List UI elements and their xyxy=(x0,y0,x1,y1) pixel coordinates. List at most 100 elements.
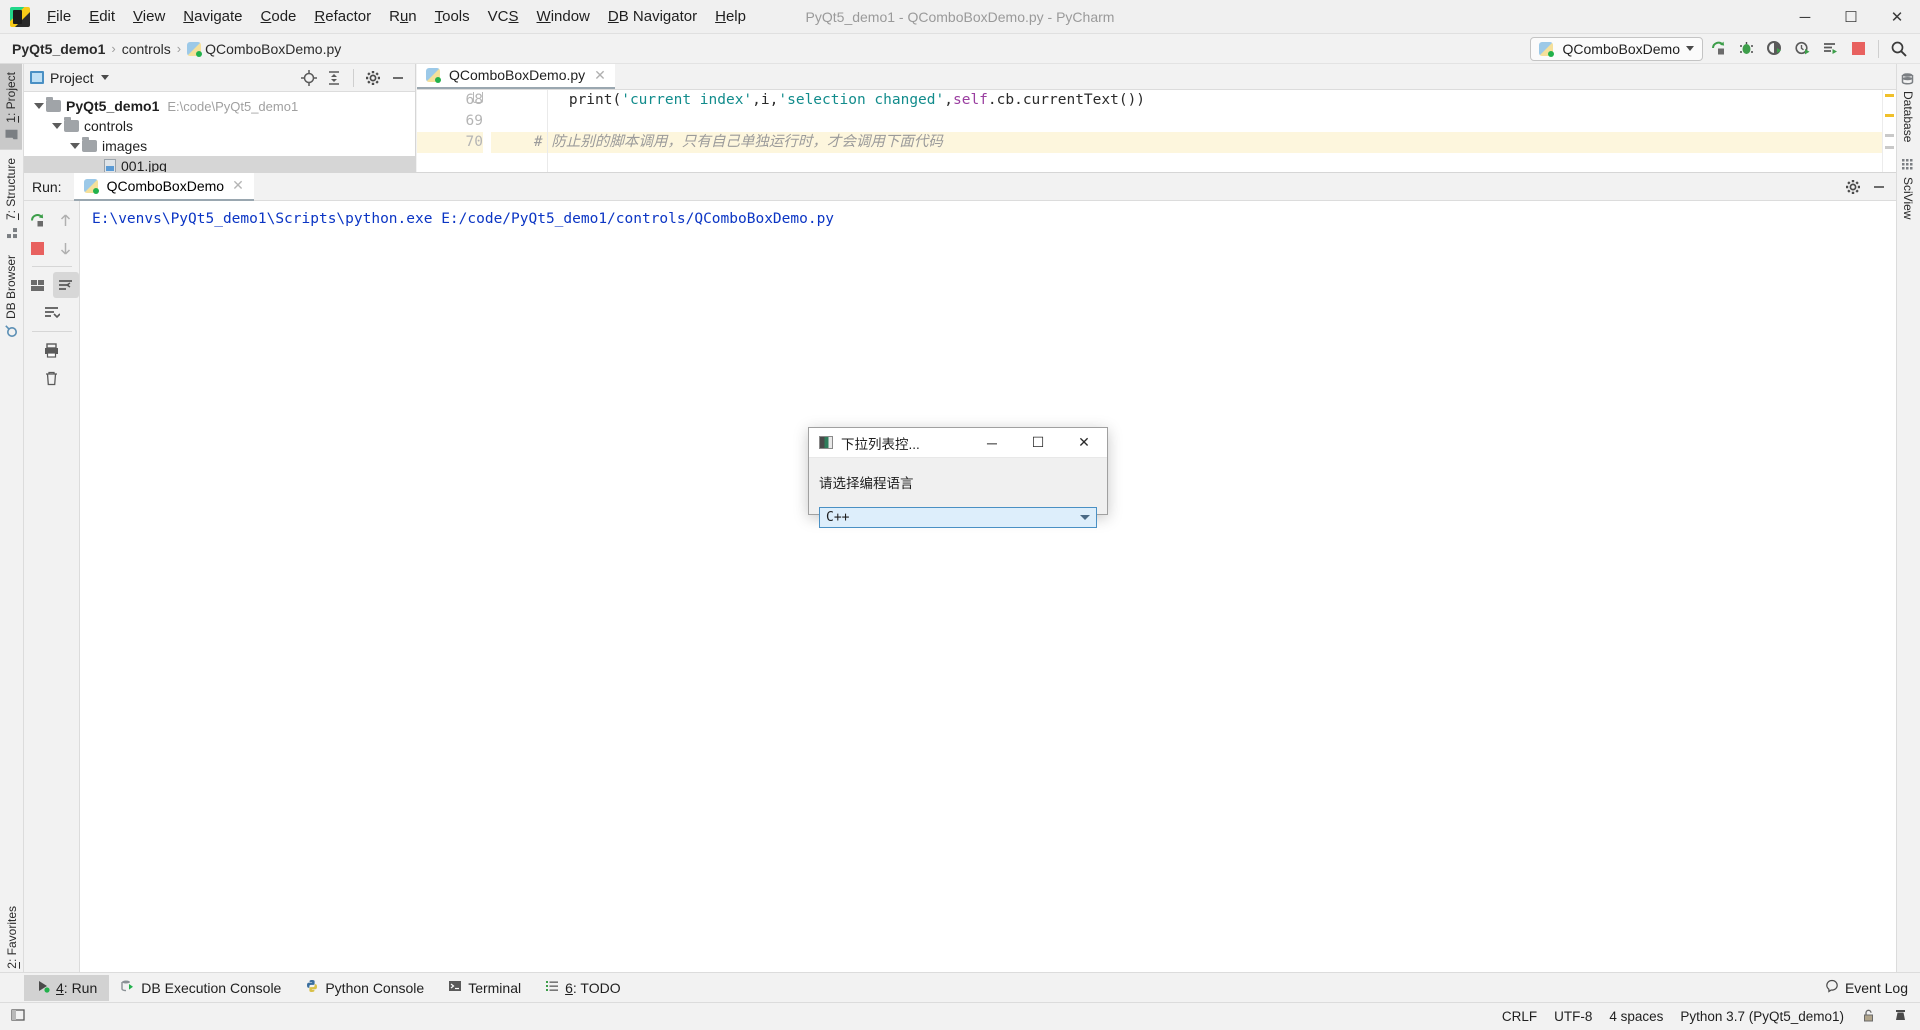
menu-file[interactable]: File xyxy=(38,2,80,31)
bottom-tab-python-console[interactable]: Python Console xyxy=(293,975,436,1001)
bottom-tab-run[interactable]: 4: Run xyxy=(24,974,110,1001)
folder-icon xyxy=(5,129,18,142)
code-fold-icon[interactable] xyxy=(473,92,483,103)
layout-toggle-icon[interactable] xyxy=(10,1007,26,1026)
settings-gear-icon[interactable] xyxy=(1842,176,1864,198)
hide-icon[interactable] xyxy=(387,67,409,89)
chevron-down-icon[interactable] xyxy=(100,75,109,80)
qt-combobox-dialog[interactable]: 下拉列表控... ─ ☐ ✕ 请选择编程语言 C++ xyxy=(808,427,1108,528)
menu-edit[interactable]: Edit xyxy=(80,2,124,31)
breadcrumb-file-label: QComboBoxDemo.py xyxy=(205,40,342,57)
menu-run[interactable]: Run xyxy=(380,2,426,31)
scroll-to-end-button[interactable] xyxy=(39,300,65,326)
window-minimize-button[interactable]: ─ xyxy=(1782,0,1828,34)
run-configuration-selector[interactable]: QComboBoxDemo xyxy=(1529,36,1703,61)
run-button[interactable] xyxy=(1705,36,1731,62)
clear-all-button[interactable] xyxy=(39,365,65,391)
project-pane-title: Project xyxy=(50,69,94,86)
structure-icon xyxy=(5,226,18,239)
dialog-title: 下拉列表控... xyxy=(841,436,920,452)
bottom-tab-todo[interactable]: 6: TODO xyxy=(533,975,633,1001)
breadcrumb-folder[interactable]: controls xyxy=(122,41,171,57)
inspector-icon[interactable] xyxy=(1893,1008,1908,1026)
event-log-icon xyxy=(1825,979,1839,996)
sidebar-item-database[interactable]: Database xyxy=(1897,64,1919,150)
status-encoding[interactable]: UTF-8 xyxy=(1554,1009,1592,1024)
lock-icon[interactable] xyxy=(1861,1008,1876,1026)
folder-icon xyxy=(82,137,97,152)
bottom-tab-label-todo: 6: TODO xyxy=(565,979,621,996)
menu-code[interactable]: Code xyxy=(252,2,306,31)
dialog-app-icon xyxy=(819,436,833,449)
locate-icon[interactable] xyxy=(298,67,320,89)
rerun-button[interactable] xyxy=(25,207,51,233)
window-close-button[interactable]: ✕ xyxy=(1874,0,1920,34)
settings-gear-icon[interactable] xyxy=(362,67,384,89)
project-tree: PyQt5_demo1 E:\code\PyQt5_demo1 controls… xyxy=(24,92,415,180)
status-bar-left xyxy=(0,1007,26,1026)
sidebar-item-sciview[interactable]: SciView xyxy=(1897,150,1919,227)
dialog-close-button[interactable]: ✕ xyxy=(1061,428,1107,458)
run-with-console-button[interactable] xyxy=(1817,36,1843,62)
event-log-area[interactable]: Event Log xyxy=(1825,979,1920,996)
sidebar-item-db-browser[interactable]: DB Browser xyxy=(0,247,22,346)
menu-db-navigator[interactable]: DB Navigator xyxy=(599,2,706,31)
breadcrumb-file[interactable]: QComboBoxDemo.py xyxy=(187,41,341,57)
collapse-all-icon[interactable] xyxy=(323,67,345,89)
close-icon[interactable]: ✕ xyxy=(594,67,606,84)
sidebar-item-structure[interactable]: 7: Structure xyxy=(0,150,22,247)
status-indent[interactable]: 4 spaces xyxy=(1609,1009,1663,1024)
status-line-ending[interactable]: CRLF xyxy=(1502,1009,1537,1024)
up-stack-button[interactable] xyxy=(53,207,79,233)
tree-node-project[interactable]: PyQt5_demo1 E:\code\PyQt5_demo1 xyxy=(24,96,415,116)
tree-node-images[interactable]: images xyxy=(24,136,415,156)
menu-refactor[interactable]: Refactor xyxy=(305,2,380,31)
stop-button[interactable] xyxy=(25,235,51,261)
run-tab-qcomboboxdemo[interactable]: QComboBoxDemo ✕ xyxy=(73,172,254,201)
error-stripe-markers[interactable] xyxy=(1882,90,1896,172)
menu-help[interactable]: Help xyxy=(706,2,755,31)
language-combobox[interactable]: C++ xyxy=(819,507,1097,528)
down-stack-button[interactable] xyxy=(53,235,79,261)
code-editor[interactable]: 68 69 70 print('current index',i,'select… xyxy=(417,90,1896,172)
menu-view[interactable]: View xyxy=(124,2,174,31)
dialog-maximize-button[interactable]: ☐ xyxy=(1015,428,1061,458)
sciview-icon xyxy=(1902,158,1915,171)
stop-button[interactable] xyxy=(1845,36,1871,62)
menu-tools[interactable]: Tools xyxy=(426,2,479,31)
expand-arrow-icon[interactable] xyxy=(32,103,46,109)
profile-button[interactable] xyxy=(1789,36,1815,62)
menu-navigate[interactable]: Navigate xyxy=(174,2,251,31)
bottom-tab-db-execution-console[interactable]: DB Execution Console xyxy=(109,975,293,1001)
tab-qcomboboxdemo[interactable]: QComboBoxDemo.py ✕ xyxy=(417,64,615,89)
expand-arrow-icon[interactable] xyxy=(50,123,64,129)
run-window-body: E:\venvs\PyQt5_demo1\Scripts\python.exe … xyxy=(24,201,1896,972)
window-maximize-button[interactable]: ☐ xyxy=(1828,0,1874,34)
terminal-icon xyxy=(448,979,462,996)
menu-vcs[interactable]: VCS xyxy=(479,2,528,31)
dialog-minimize-button[interactable]: ─ xyxy=(969,428,1015,458)
code-lines[interactable]: print('current index',i,'selection chang… xyxy=(491,90,1896,172)
chevron-down-icon[interactable] xyxy=(1080,515,1090,520)
breadcrumb-project[interactable]: PyQt5_demo1 xyxy=(12,41,105,57)
search-everywhere-button[interactable] xyxy=(1886,36,1912,62)
close-icon[interactable]: ✕ xyxy=(232,177,244,194)
coverage-button[interactable] xyxy=(1761,36,1787,62)
bottom-tab-label-run: 4: Run xyxy=(56,979,98,996)
console-output[interactable]: E:\venvs\PyQt5_demo1\Scripts\python.exe … xyxy=(80,201,1896,972)
sidebar-item-project[interactable]: 1: Project xyxy=(0,64,22,150)
bottom-tab-terminal[interactable]: Terminal xyxy=(436,975,533,1001)
hide-icon[interactable] xyxy=(1868,176,1890,198)
menu-window[interactable]: Window xyxy=(528,2,599,31)
status-interpreter[interactable]: Python 3.7 (PyQt5_demo1) xyxy=(1680,1009,1844,1024)
print-button[interactable] xyxy=(39,337,65,363)
expand-arrow-icon[interactable] xyxy=(68,143,82,149)
combobox-value: C++ xyxy=(826,510,850,525)
soft-wrap-button[interactable] xyxy=(52,272,79,298)
project-tool-window: Project PyQt5_demo1 E:\code\PyQt5_demo1 … xyxy=(24,64,416,176)
toggle-tasks-button[interactable] xyxy=(25,272,51,298)
run-config-python-icon xyxy=(1538,41,1554,57)
debug-button[interactable] xyxy=(1733,36,1759,62)
tree-node-controls[interactable]: controls xyxy=(24,116,415,136)
run-action-gutter xyxy=(24,201,80,972)
